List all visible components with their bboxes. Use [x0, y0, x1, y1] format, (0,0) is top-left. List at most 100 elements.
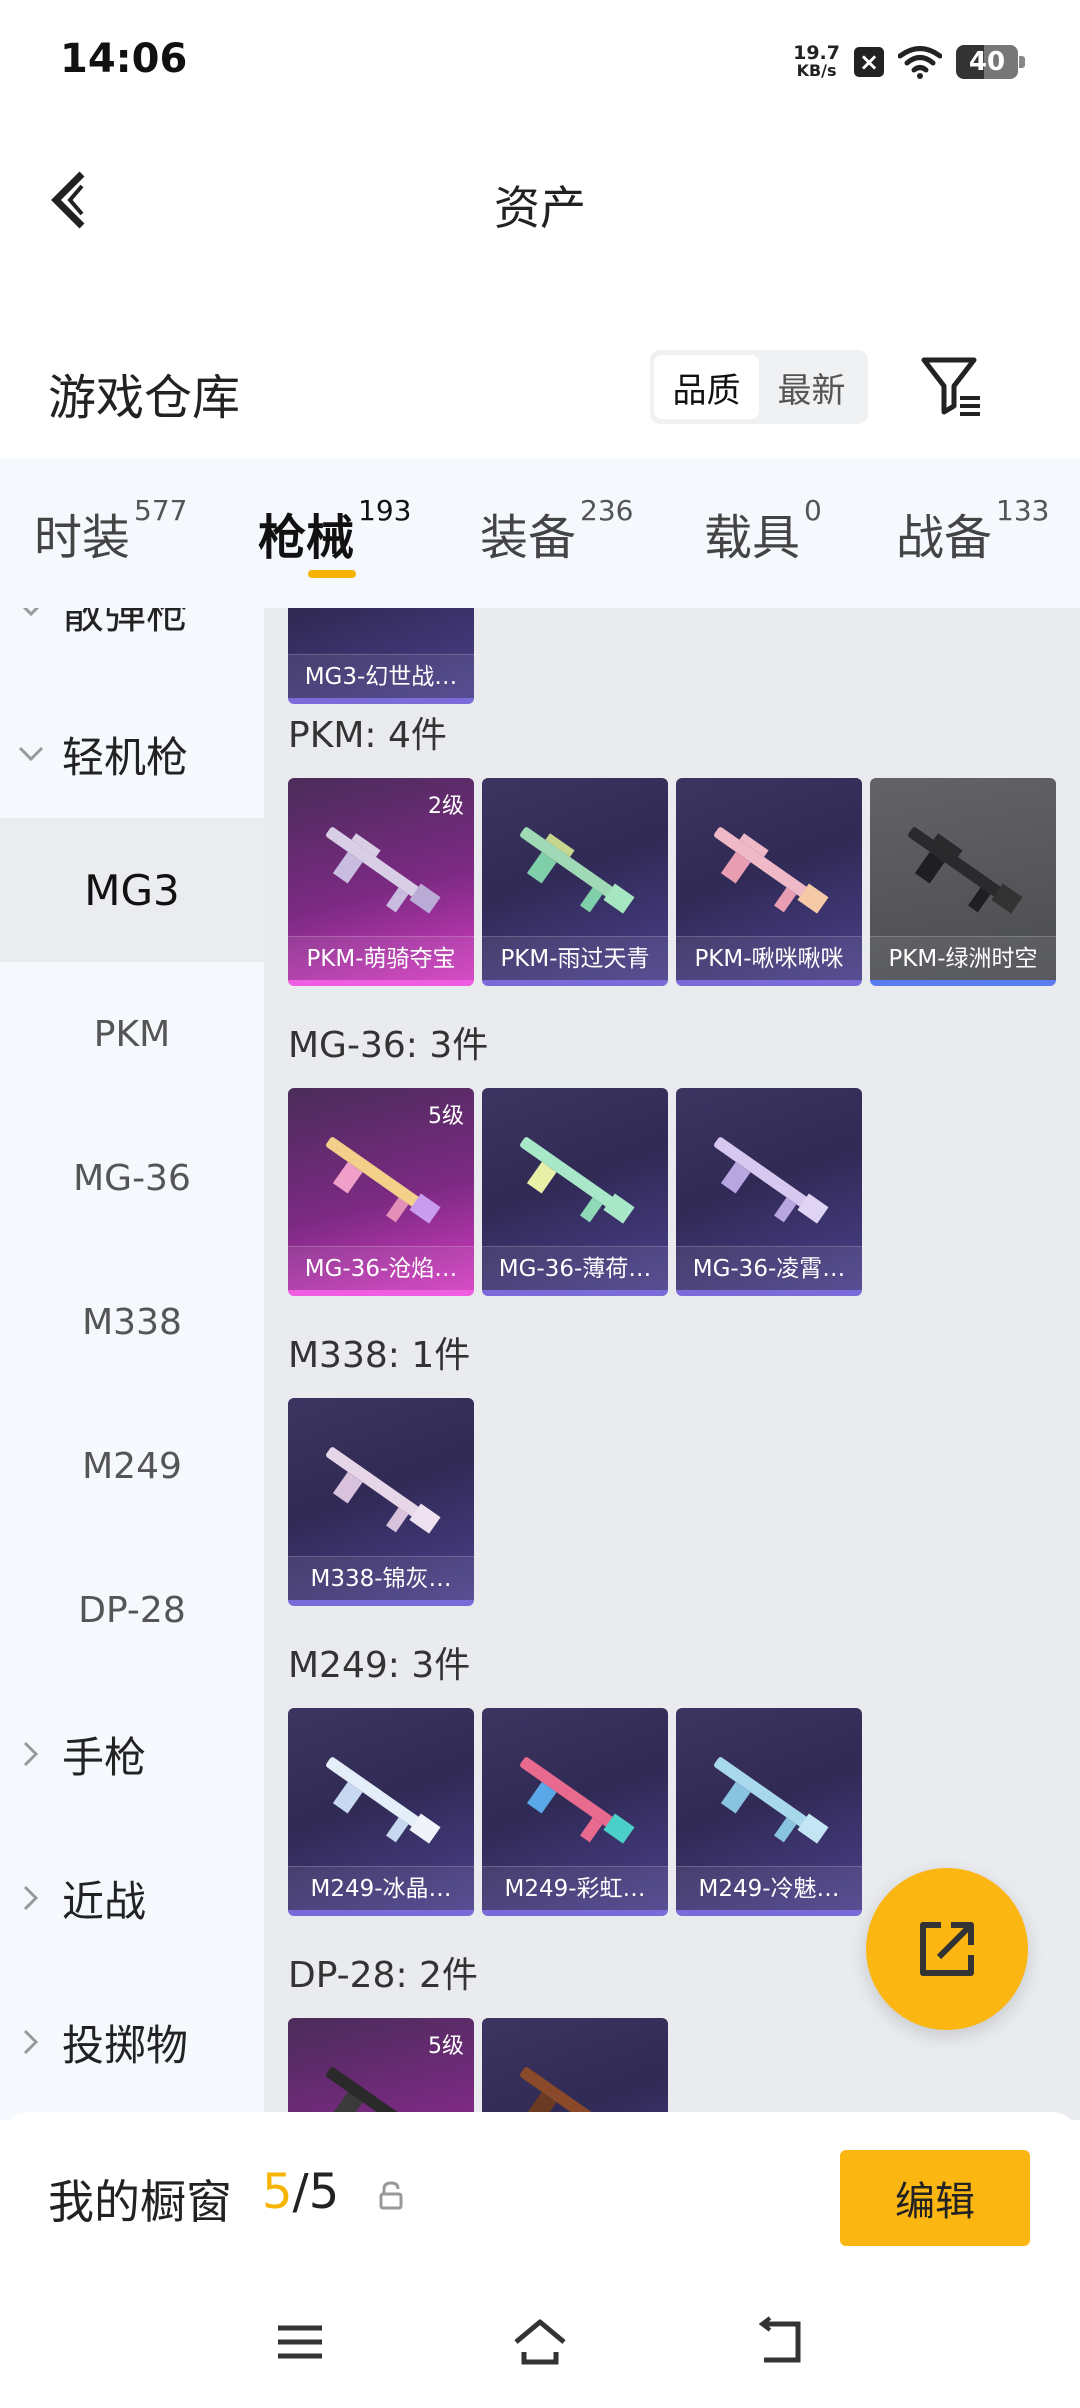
battery-level: 40 [968, 47, 1006, 77]
item-name: PKM-绿洲时空 [870, 936, 1056, 980]
item-card[interactable]: PKM-啾咪啾咪 [676, 778, 862, 986]
item-card[interactable]: MG-36-薄荷… [482, 1088, 668, 1296]
tab-count: 133 [996, 494, 1050, 527]
menu-icon[interactable] [270, 2312, 330, 2372]
sidebar-item-pkm[interactable]: PKM [0, 962, 264, 1106]
filter-button[interactable] [920, 354, 984, 420]
item-card[interactable]: 5级 MG-36-沧焰… [288, 1088, 474, 1296]
tab-supplies[interactable]: 战备 133 [896, 494, 1049, 568]
status-bar: 14:06 19.7 KB/s × 40 [0, 0, 1080, 120]
edit-button[interactable]: 编辑 [840, 2150, 1030, 2246]
gun-skin-icon [520, 2067, 630, 2120]
gun-skin-icon [326, 2067, 436, 2120]
item-card[interactable]: PKM-绿洲时空 [870, 778, 1056, 986]
network-speed: 19.7 KB/s [793, 44, 840, 80]
tab-vehicles[interactable]: 载具 0 [704, 494, 822, 568]
item-name: PKM-雨过天青 [482, 936, 668, 980]
group-label: DP-28: 2件 [288, 1955, 478, 1996]
page-title: 资产 [494, 181, 586, 235]
chevron-right-icon [0, 1741, 62, 1767]
wifi-icon [898, 46, 942, 79]
active-tab-indicator [308, 570, 356, 578]
item-name: PKM-萌骑夺宝 [288, 936, 474, 980]
item-card[interactable]: MG-36-凌霄… [676, 1088, 862, 1296]
lock-icon [379, 2181, 403, 2210]
gun-skin-icon [520, 1757, 635, 1844]
nav-header: 资产 [0, 120, 1080, 280]
app-screen: 14:06 19.7 KB/s × 40 资产 游戏仓库 品质 最新 时装 57… [0, 0, 1080, 2408]
chevron-down-icon [0, 746, 62, 762]
item-name: PKM-啾咪啾咪 [676, 936, 862, 980]
chevron-right-icon [0, 1885, 62, 1911]
gun-skin-icon [326, 827, 441, 914]
item-name: M249-彩虹… [482, 1866, 668, 1910]
sidebar-item-m249[interactable]: M249 [0, 1394, 264, 1538]
gun-skin-icon [520, 1137, 635, 1224]
group-label: PKM: 4件 [288, 715, 447, 756]
sort-option-newest[interactable]: 最新 [759, 355, 864, 419]
sidebar-category-lmg[interactable]: 轻机枪 [0, 682, 264, 826]
sidebar-item-mg36[interactable]: MG-36 [0, 1106, 264, 1250]
item-card[interactable]: 5级 [288, 2018, 474, 2120]
tab-label: 装备 [480, 510, 577, 566]
sidebar-item-mg3[interactable]: MG3 [0, 818, 264, 962]
gun-skin-icon [714, 1757, 829, 1844]
sidebar-category-label: 轻机枪 [62, 732, 189, 782]
section-header: 游戏仓库 品质 最新 [0, 330, 1080, 440]
item-card[interactable]: MG3-幻世战… [288, 608, 474, 704]
item-name: MG-36-凌霄… [676, 1246, 862, 1290]
section-title: 游戏仓库 [48, 370, 241, 426]
battery-icon: 40 [956, 45, 1025, 79]
item-card[interactable] [482, 2018, 668, 2120]
item-card[interactable]: M249-彩虹… [482, 1708, 668, 1916]
sidebar-category-shotgun[interactable]: 散弹枪 [0, 608, 264, 682]
group-label: MG-36: 3件 [288, 1025, 489, 1066]
sidebar-category-label: 手枪 [62, 1732, 147, 1782]
tab-label: 载具 [704, 510, 801, 566]
chevron-right-icon [0, 2029, 62, 2055]
tab-count: 193 [358, 494, 412, 527]
group-label: M338: 1件 [288, 1335, 471, 1376]
item-card[interactable]: PKM-雨过天青 [482, 778, 668, 986]
item-card[interactable]: M249-冷魅… [676, 1708, 862, 1916]
tab-firearms[interactable]: 枪械 193 [258, 494, 411, 568]
gun-skin-icon [326, 1137, 441, 1224]
back-nav-icon[interactable] [750, 2312, 810, 2372]
sort-option-quality[interactable]: 品质 [654, 355, 759, 419]
chevron-down-icon [0, 608, 62, 617]
item-name: MG3-幻世战… [288, 654, 474, 698]
filter-icon [921, 357, 980, 416]
system-navigation-bar [0, 2272, 1080, 2408]
item-name: M249-冷魅… [676, 1866, 862, 1910]
tab-count: 236 [580, 494, 634, 527]
sidebar-item-dp28[interactable]: DP-28 [0, 1538, 264, 1682]
item-name: MG-36-沧焰… [288, 1246, 474, 1290]
item-card[interactable]: M249-冰晶… [288, 1708, 474, 1916]
tab-equipment[interactable]: 装备 236 [480, 494, 633, 568]
tab-count: 0 [804, 494, 822, 527]
no-sim-icon: × [854, 47, 884, 77]
sidebar-category-label: 近战 [62, 1876, 147, 1926]
tab-label: 战备 [896, 510, 993, 566]
sidebar-category-throwable[interactable]: 投掷物 [0, 1970, 264, 2114]
category-tabs: 时装 577 枪械 193 装备 236 载具 0 战备 133 [0, 458, 1080, 608]
showcase-label: 我的橱窗 [48, 2175, 232, 2229]
gun-skin-icon [714, 827, 829, 914]
gun-skin-icon [520, 827, 635, 914]
gun-skin-icon [326, 1447, 441, 1534]
sidebar-category-pistol[interactable]: 手枪 [0, 1682, 264, 1826]
sort-toggle: 品质 最新 [650, 350, 868, 424]
tab-fashion[interactable]: 时装 577 [34, 494, 187, 568]
tab-label: 枪械 [258, 510, 355, 566]
share-icon [920, 1922, 974, 1976]
sidebar-item-m338[interactable]: M338 [0, 1250, 264, 1394]
sidebar-category-melee[interactable]: 近战 [0, 1826, 264, 1970]
showcase-current: 5 [262, 2164, 293, 2220]
showcase-count: 5/5 [262, 2164, 339, 2220]
item-card[interactable]: 2级 PKM-萌骑夺宝 [288, 778, 474, 986]
home-icon[interactable] [510, 2312, 570, 2372]
share-button[interactable] [866, 1868, 1028, 2030]
sidebar-category-label: 投掷物 [62, 2020, 189, 2070]
item-card[interactable]: M338-锦灰… [288, 1398, 474, 1606]
tab-count: 577 [134, 494, 188, 527]
